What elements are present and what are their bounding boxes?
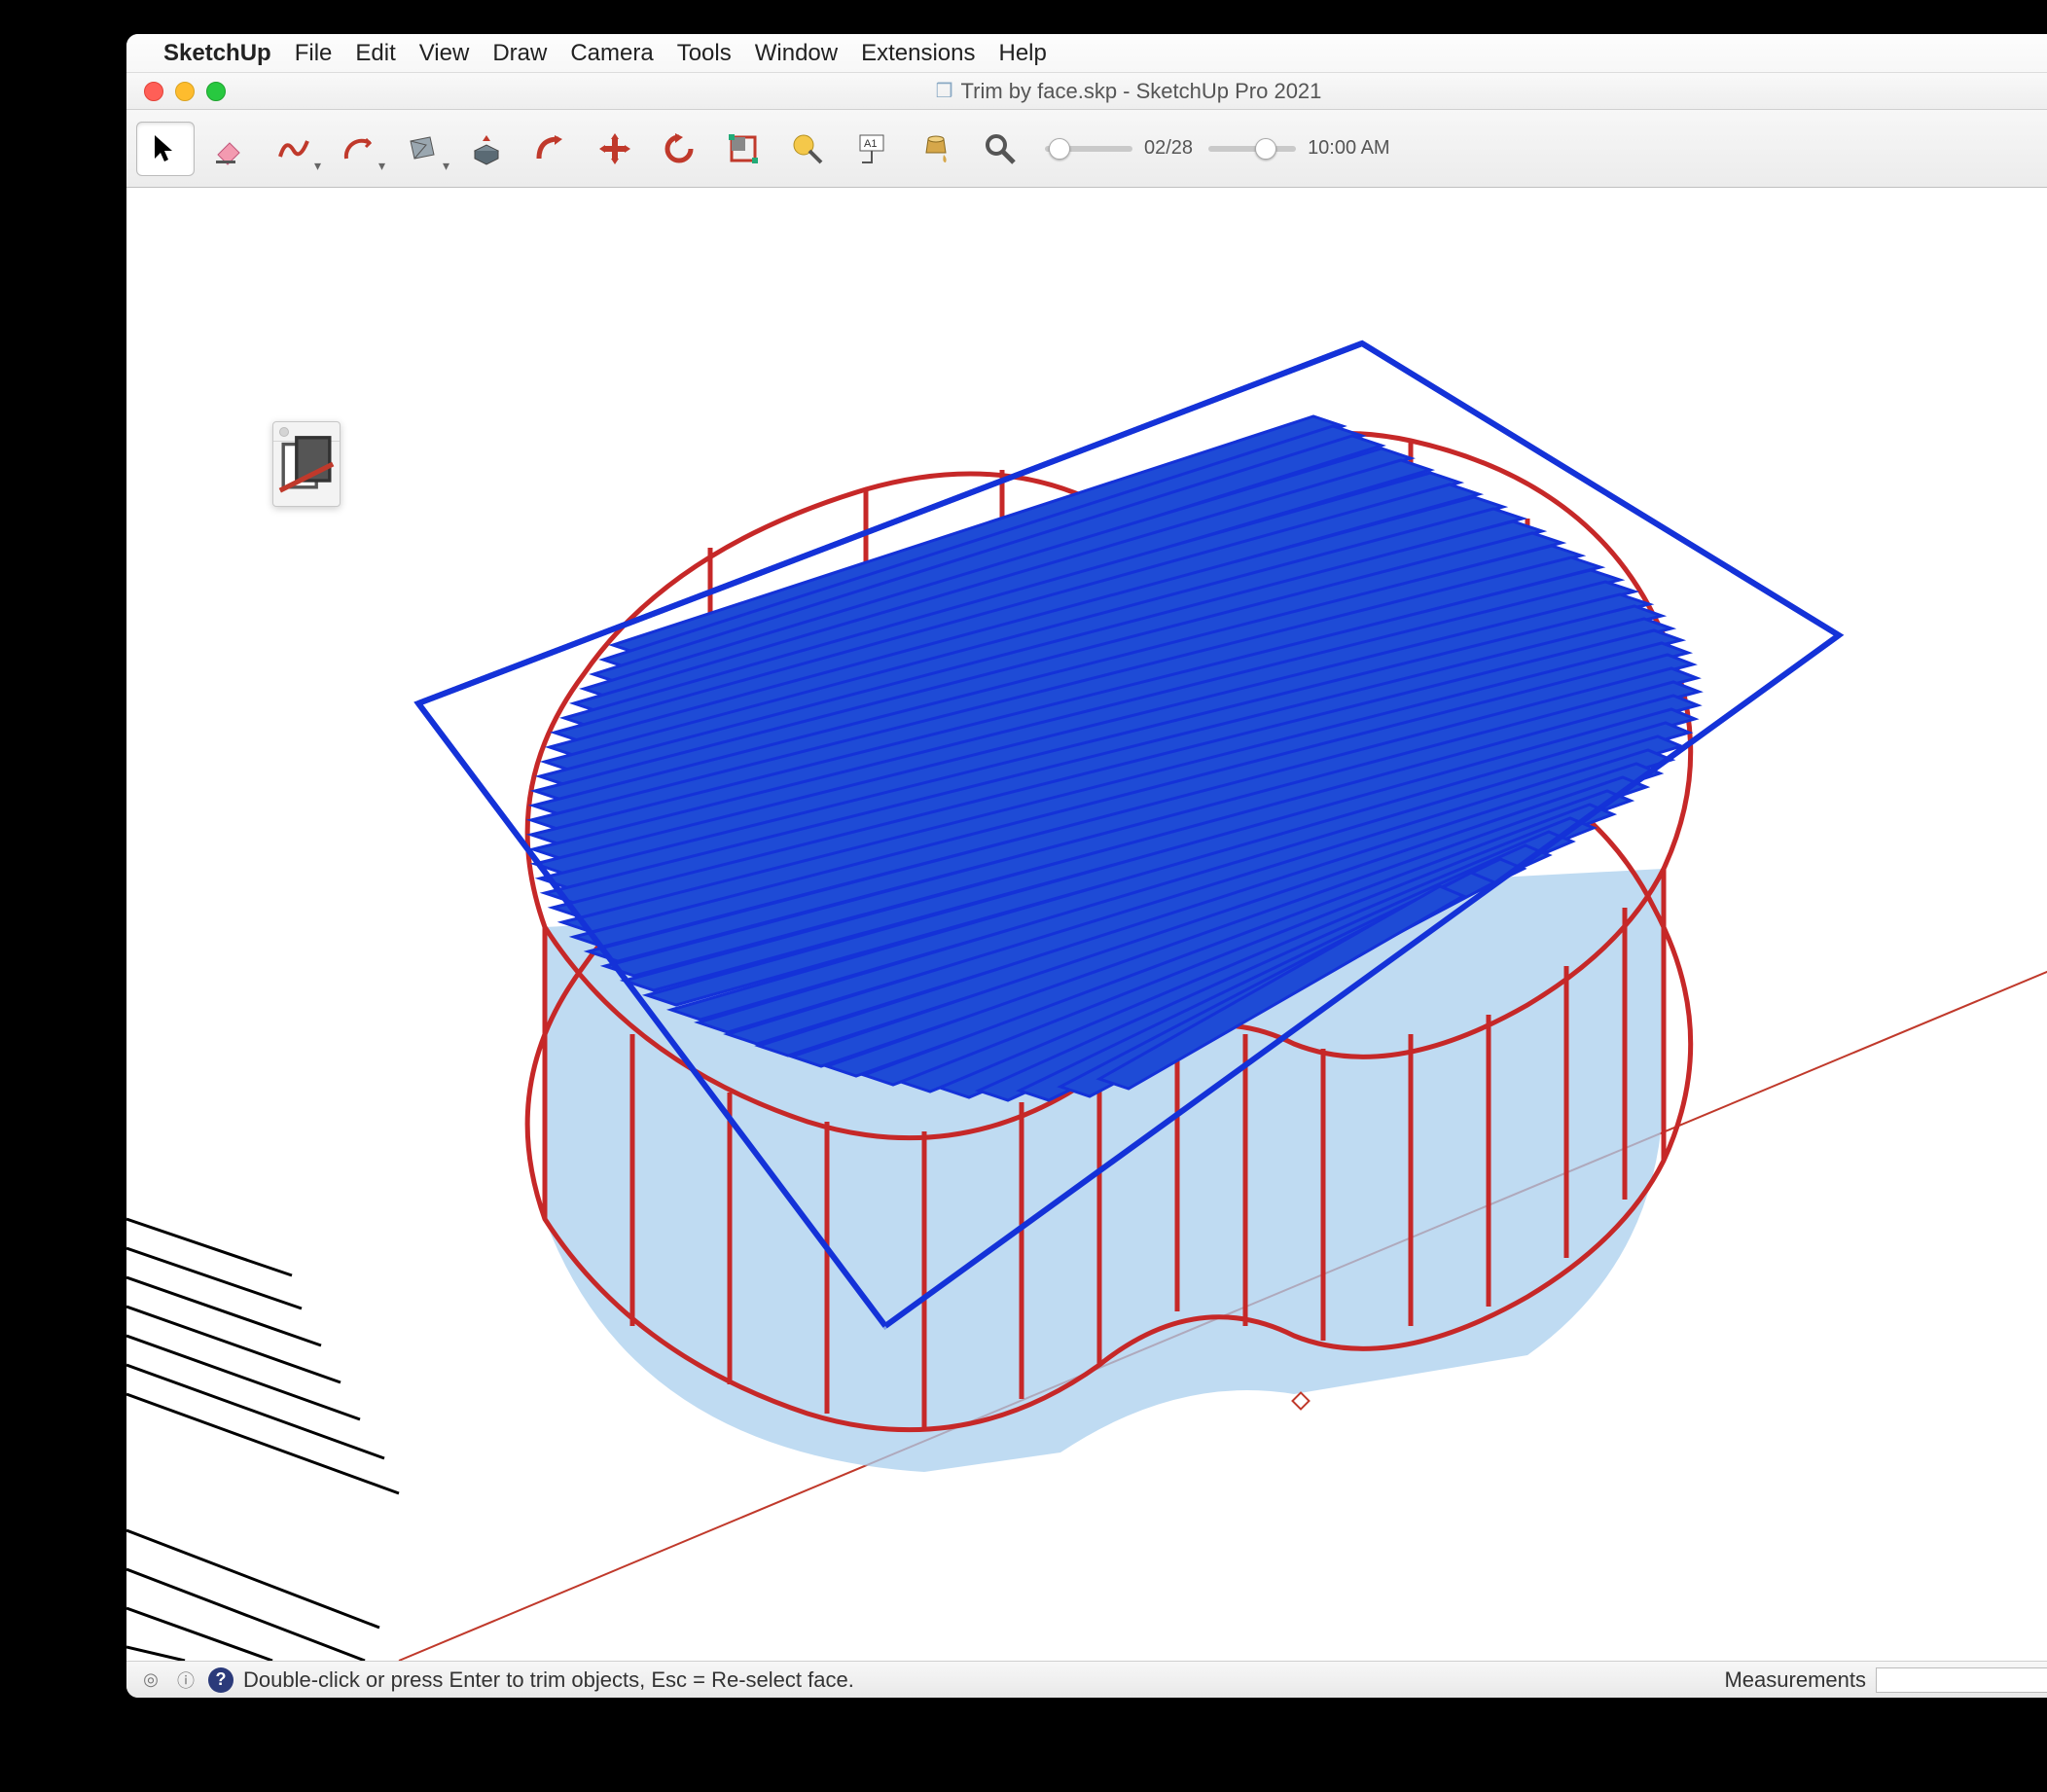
help-icon[interactable]: ? — [208, 1667, 233, 1693]
window-titlebar: ❒ Trim by face.skp - SketchUp Pro 2021 — [126, 73, 2047, 110]
scale-icon — [726, 131, 761, 166]
macos-menubar: SketchUp File Edit View Draw Camera Tool… — [126, 34, 2047, 73]
move-tool-button[interactable] — [586, 122, 644, 176]
followme-icon — [533, 131, 568, 166]
pushpull-icon — [469, 131, 504, 166]
window-title: ❒ Trim by face.skp - SketchUp Pro 2021 — [126, 79, 2047, 104]
cursor-icon — [148, 131, 183, 166]
date-label: 02/28 — [1144, 137, 1193, 160]
main-toolbar: A1 02/28 10:00 AM » — [126, 110, 2047, 188]
magnifier-icon — [983, 131, 1018, 166]
status-bar: ◎ ⓘ ? Double-click or press Enter to tri… — [126, 1661, 2047, 1698]
menu-draw[interactable]: Draw — [492, 40, 547, 67]
rotate-tool-button[interactable] — [650, 122, 708, 176]
floating-tool-palette[interactable] — [272, 421, 341, 507]
menu-edit[interactable]: Edit — [355, 40, 395, 67]
menu-file[interactable]: File — [295, 40, 333, 67]
slider-thumb[interactable] — [1049, 138, 1070, 160]
rectangle-icon — [405, 131, 440, 166]
svg-text:A1: A1 — [864, 138, 877, 150]
menu-tools[interactable]: Tools — [677, 40, 732, 67]
geolocate-icon[interactable]: ◎ — [138, 1667, 163, 1693]
shadow-time-slider[interactable]: 10:00 AM — [1208, 137, 1390, 160]
shadow-date-slider[interactable]: 02/28 — [1045, 137, 1193, 160]
measurements-input[interactable] — [1876, 1667, 2047, 1693]
rectangle-tool-button[interactable] — [393, 122, 451, 176]
text-tool-button[interactable]: A1 — [843, 122, 901, 176]
zoom-tool-button[interactable] — [971, 122, 1029, 176]
freehand-icon — [276, 131, 311, 166]
measurements-label: Measurements — [1724, 1667, 1866, 1693]
trim-by-face-icon[interactable] — [273, 422, 340, 506]
freehand-tool-button[interactable] — [265, 122, 323, 176]
rotate-icon — [662, 131, 697, 166]
document-icon: ❒ — [936, 79, 953, 103]
followme-tool-button[interactable] — [521, 122, 580, 176]
pushpull-tool-button[interactable] — [457, 122, 516, 176]
arc-tool-button[interactable] — [329, 122, 387, 176]
model-viewport[interactable] — [126, 188, 2047, 1661]
app-menu[interactable]: SketchUp — [163, 40, 271, 67]
3d-cursor — [1294, 1394, 1308, 1408]
menu-extensions[interactable]: Extensions — [861, 40, 975, 67]
menu-view[interactable]: View — [419, 40, 470, 67]
eraser-tool-button[interactable] — [200, 122, 259, 176]
select-tool-button[interactable] — [136, 122, 195, 176]
credits-icon[interactable]: ⓘ — [173, 1667, 198, 1693]
time-label: 10:00 AM — [1308, 137, 1390, 160]
paint-icon — [918, 131, 953, 166]
menu-window[interactable]: Window — [755, 40, 838, 67]
paint-bucket-tool-button[interactable] — [907, 122, 965, 176]
slider-thumb[interactable] — [1255, 138, 1276, 160]
tape-measure-tool-button[interactable] — [778, 122, 837, 176]
move-icon — [597, 131, 632, 166]
app-window: SketchUp File Edit View Draw Camera Tool… — [126, 34, 2047, 1698]
scale-tool-button[interactable] — [714, 122, 772, 176]
menu-camera[interactable]: Camera — [570, 40, 653, 67]
tape-icon — [790, 131, 825, 166]
text-icon: A1 — [854, 131, 889, 166]
status-hint: Double-click or press Enter to trim obje… — [243, 1667, 854, 1693]
eraser-icon — [212, 131, 247, 166]
arc-icon — [341, 131, 376, 166]
menu-help[interactable]: Help — [999, 40, 1047, 67]
